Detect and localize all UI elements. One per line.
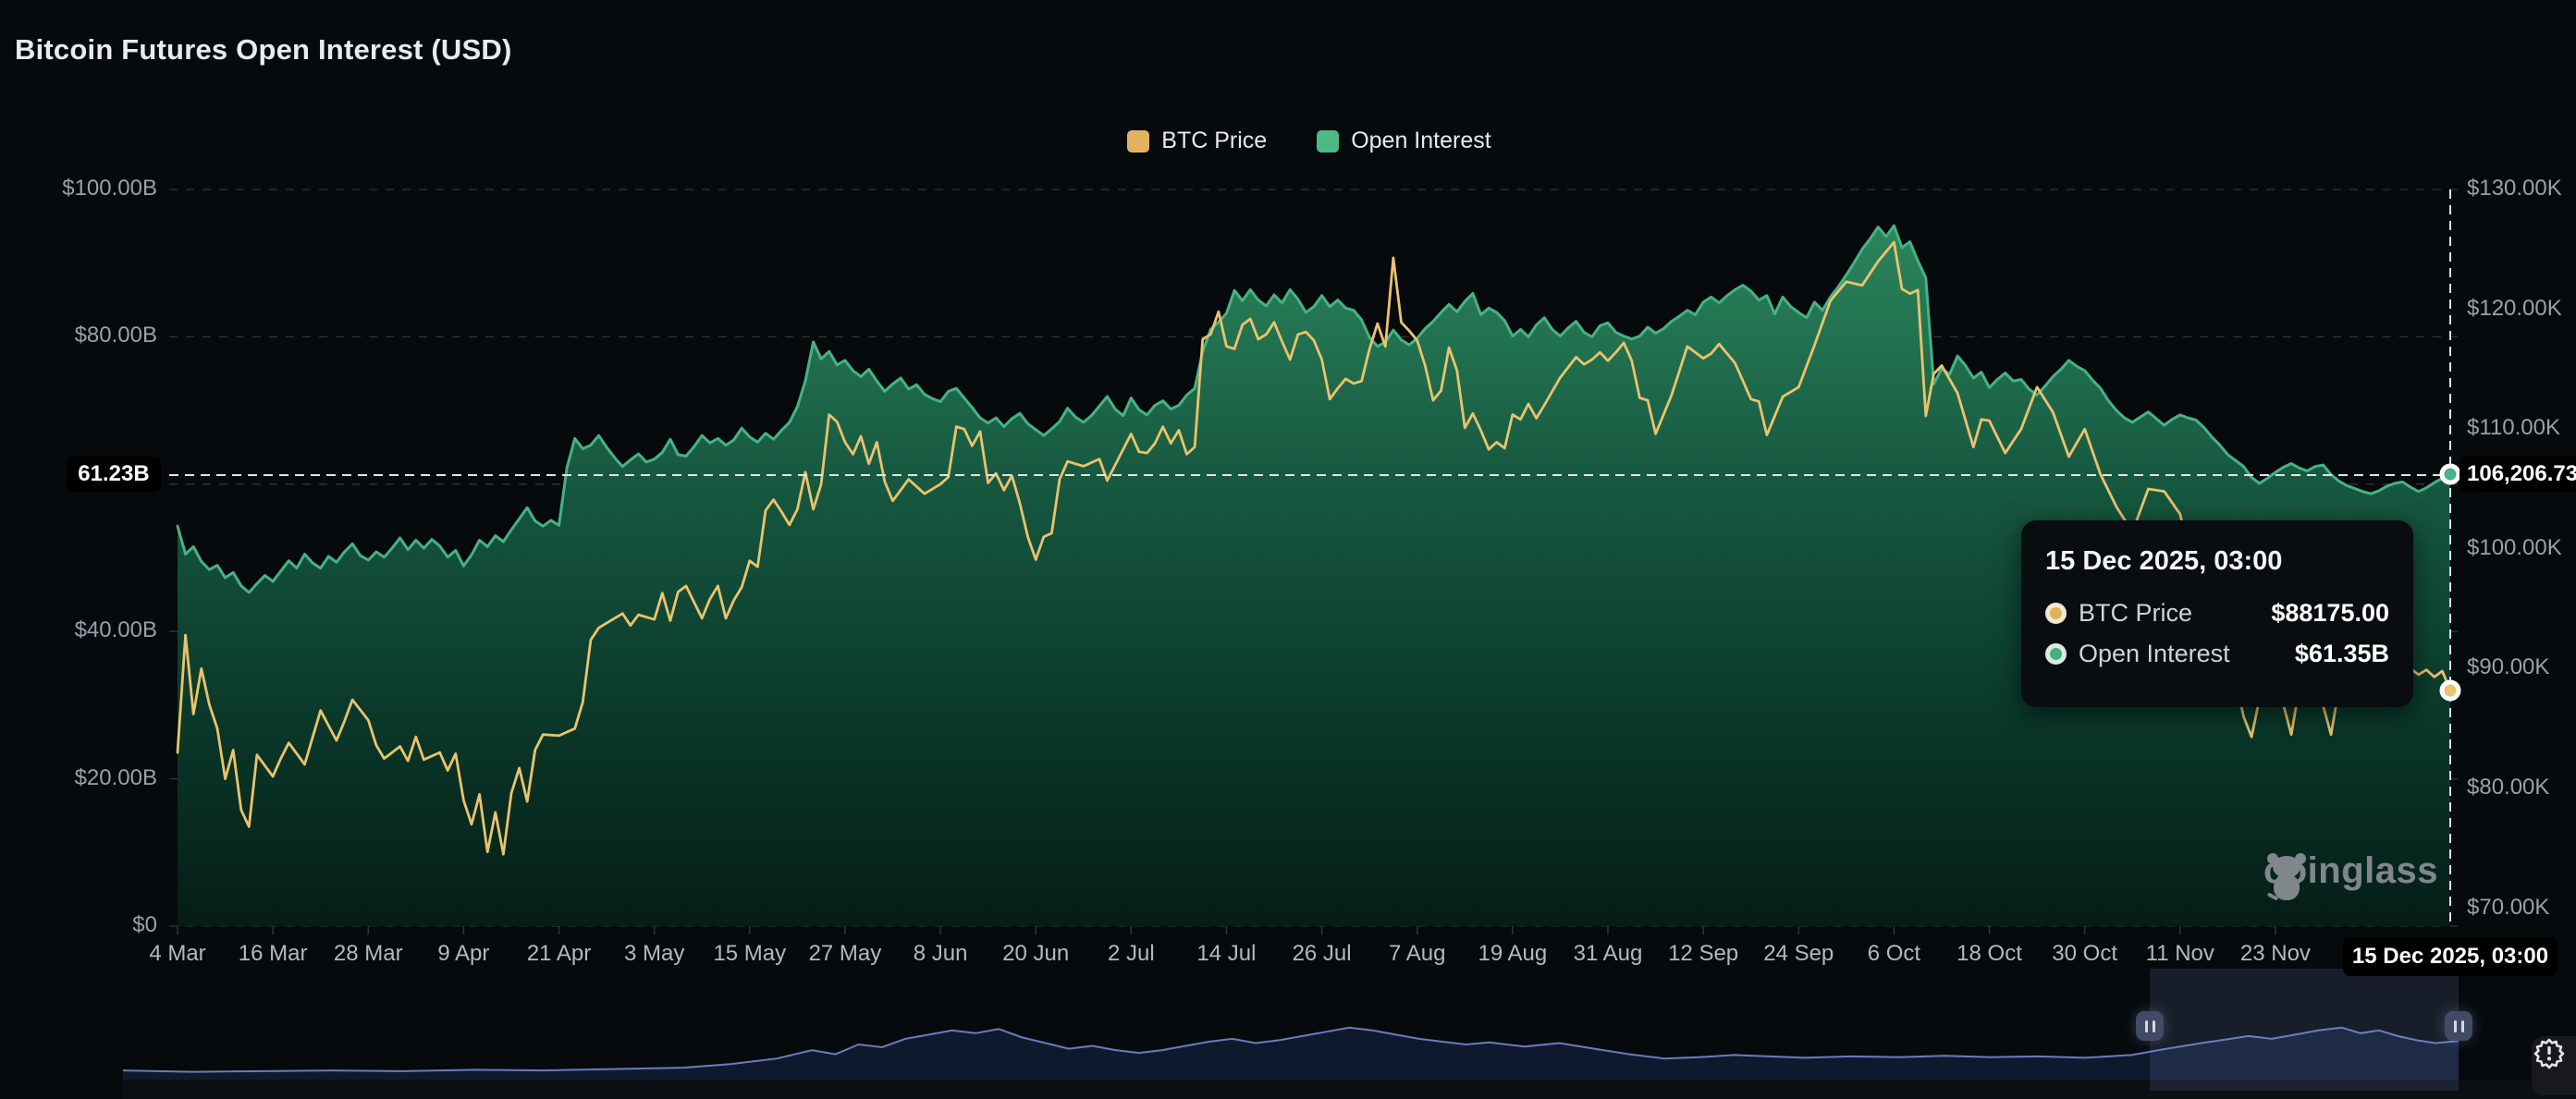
tooltip-label: BTC Price bbox=[2079, 599, 2259, 628]
badge-alert-icon bbox=[2532, 1036, 2567, 1071]
crosshair-right-value-pill: 106,206.73 bbox=[2459, 457, 2576, 492]
tooltip-value: $61.35B bbox=[2295, 640, 2389, 668]
chart-tooltip: 15 Dec 2025, 03:00 BTC Price $88175.00 O… bbox=[2021, 520, 2413, 707]
coinglass-bull-icon bbox=[2263, 850, 2310, 908]
drag-handle-icon bbox=[2454, 1020, 2457, 1032]
crosshair-left-value-pill: 61.23B bbox=[67, 457, 161, 492]
chart-settings-button[interactable] bbox=[2532, 1036, 2576, 1095]
navigator-right-handle[interactable] bbox=[2445, 1011, 2472, 1041]
open-interest-dot-icon bbox=[2045, 643, 2067, 665]
coinglass-chart-page: Bitcoin Futures Open Interest (USD) BTC … bbox=[0, 0, 2576, 1099]
crosshair-date-pill: 15 Dec 2025, 03:00 bbox=[2343, 937, 2558, 976]
navigator-left-handle[interactable] bbox=[2136, 1011, 2164, 1041]
drag-handle-icon bbox=[2145, 1020, 2148, 1032]
coinglass-watermark: coinglass bbox=[2263, 850, 2438, 892]
tooltip-row-btc-price: BTC Price $88175.00 bbox=[2045, 599, 2389, 628]
tooltip-label: Open Interest bbox=[2079, 640, 2283, 668]
tooltip-row-open-interest: Open Interest $61.35B bbox=[2045, 640, 2389, 668]
tooltip-value: $88175.00 bbox=[2271, 599, 2389, 628]
btc-price-dot-icon bbox=[2045, 603, 2067, 624]
drag-handle-icon bbox=[2153, 1020, 2155, 1032]
navigator-selected-range[interactable] bbox=[2150, 969, 2459, 1091]
tooltip-date: 15 Dec 2025, 03:00 bbox=[2045, 546, 2389, 577]
drag-handle-icon bbox=[2461, 1020, 2464, 1032]
